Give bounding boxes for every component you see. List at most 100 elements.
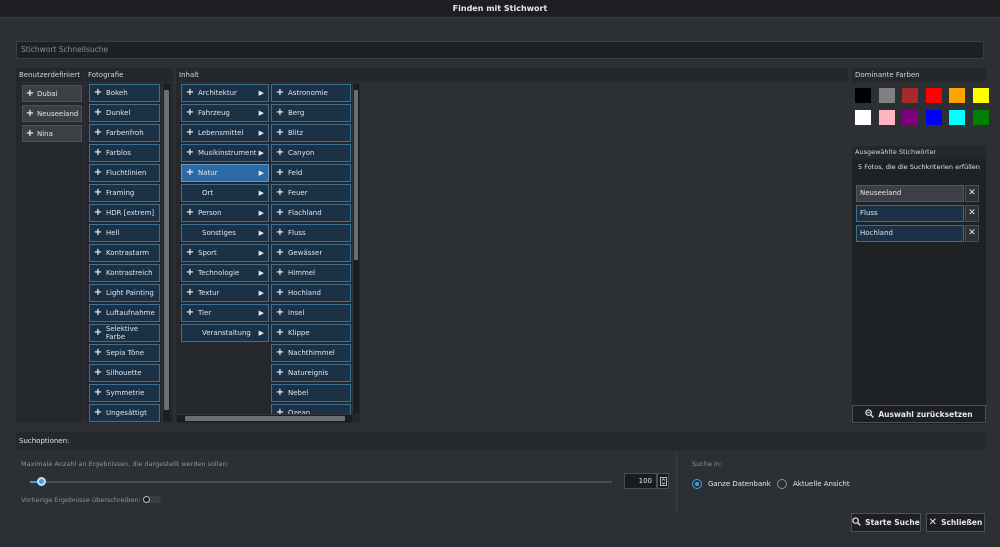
radio-current-view[interactable] [777, 479, 787, 489]
color-swatch[interactable] [902, 110, 918, 125]
plus-icon[interactable]: + [90, 148, 106, 158]
photo-keyword-item[interactable]: + Kontrastarm [89, 244, 160, 262]
nature-keyword-item[interactable]: + Flachland [271, 204, 351, 222]
plus-icon[interactable]: + [90, 208, 106, 218]
photo-keyword-item[interactable]: + Silhouette [89, 364, 160, 382]
plus-icon[interactable]: + [90, 288, 106, 298]
plus-icon[interactable]: + [23, 128, 37, 139]
plus-icon[interactable]: + [90, 328, 106, 338]
nature-keyword-item[interactable]: + Astronomie [271, 84, 351, 102]
photo-keyword-item[interactable]: + Farblos [89, 144, 160, 162]
plus-icon[interactable]: + [90, 168, 106, 178]
content-horizontal-scrollbar[interactable] [177, 414, 352, 422]
close-button[interactable]: ✕ Schließen [926, 513, 985, 532]
nature-keyword-item[interactable]: + Gewässer [271, 244, 351, 262]
nature-keyword-item[interactable]: + Klippe [271, 324, 351, 342]
content-category-item[interactable]: + Architektur ▶ [181, 84, 269, 102]
content-category-item[interactable]: Sonstiges ▶ [181, 224, 269, 242]
nature-keyword-item[interactable]: + Nebel [271, 384, 351, 402]
photo-list-scrollbar[interactable] [162, 84, 170, 421]
plus-icon[interactable]: + [182, 268, 198, 278]
plus-icon[interactable]: + [272, 188, 288, 198]
photo-keyword-item[interactable]: + Selektive Farbe [89, 324, 160, 342]
reset-selection-button[interactable]: Auswahl zurücksetzen [852, 405, 986, 423]
radio-current-view-label[interactable]: Aktuelle Ansicht [793, 480, 850, 488]
photo-keyword-item[interactable]: + Symmetrie [89, 384, 160, 402]
radio-whole-database[interactable] [692, 479, 702, 489]
photo-keyword-item[interactable]: + Kontrastreich [89, 264, 160, 282]
color-swatch[interactable] [902, 88, 918, 103]
plus-icon[interactable]: + [90, 88, 106, 98]
plus-icon[interactable]: + [182, 88, 198, 98]
color-swatch[interactable] [949, 110, 965, 125]
custom-keyword-item[interactable]: + Neuseeland [22, 105, 82, 122]
content-category-item[interactable]: + Lebensmittel ▶ [181, 124, 269, 142]
content-category-item[interactable]: + Tier ▶ [181, 304, 269, 322]
radio-whole-database-label[interactable]: Ganze Datenbank [708, 480, 771, 488]
plus-icon[interactable]: + [90, 348, 106, 358]
plus-icon[interactable]: + [182, 288, 198, 298]
plus-icon[interactable]: + [90, 228, 106, 238]
plus-icon[interactable]: + [90, 128, 106, 138]
nature-keyword-item[interactable]: + Berg [271, 104, 351, 122]
max-results-slider-track[interactable] [30, 481, 612, 483]
photo-keyword-item[interactable]: + HDR [extrem] [89, 204, 160, 222]
max-results-input[interactable]: 100 [624, 473, 657, 489]
content-category-item[interactable]: + Natur ▶ [181, 164, 269, 182]
keyword-quick-search-input[interactable]: Stichwort Schnellsuche [16, 41, 984, 59]
plus-icon[interactable]: + [182, 308, 198, 318]
plus-icon[interactable]: + [90, 188, 106, 198]
plus-icon[interactable]: + [90, 248, 106, 258]
plus-icon[interactable]: + [272, 368, 288, 378]
photo-keyword-item[interactable]: + Luftaufnahme [89, 304, 160, 322]
plus-icon[interactable]: + [272, 348, 288, 358]
plus-icon[interactable]: + [272, 208, 288, 218]
nature-keyword-item[interactable]: + Himmel [271, 264, 351, 282]
color-swatch[interactable] [949, 88, 965, 103]
plus-icon[interactable]: + [272, 108, 288, 118]
start-search-button[interactable]: Starte Suche [851, 513, 921, 532]
plus-icon[interactable]: + [90, 108, 106, 118]
photo-keyword-item[interactable]: + Sepia Töne [89, 344, 160, 362]
nature-keyword-item[interactable]: + Canyon [271, 144, 351, 162]
plus-icon[interactable]: + [90, 368, 106, 378]
plus-icon[interactable]: + [272, 88, 288, 98]
plus-icon[interactable]: + [90, 308, 106, 318]
photo-keyword-item[interactable]: + Framing [89, 184, 160, 202]
photo-keyword-item[interactable]: + Light Painting [89, 284, 160, 302]
plus-icon[interactable]: + [182, 108, 198, 118]
scroll-thumb[interactable] [164, 90, 169, 410]
content-list-scrollbar[interactable] [352, 84, 359, 413]
photo-keyword-item[interactable]: + Farbenfroh [89, 124, 160, 142]
photo-keyword-item[interactable]: + Bokeh [89, 84, 160, 102]
content-category-item[interactable]: + Fahrzeug ▶ [181, 104, 269, 122]
nature-keyword-item[interactable]: + Hochland [271, 284, 351, 302]
spin-icon[interactable] [657, 473, 669, 489]
color-swatch[interactable] [878, 88, 895, 103]
custom-keyword-item[interactable]: + Dubai [22, 85, 82, 102]
plus-icon[interactable]: + [272, 128, 288, 138]
content-category-item[interactable]: + Musikinstrument ▶ [181, 144, 269, 162]
nature-keyword-item[interactable]: + Fluss [271, 224, 351, 242]
plus-icon[interactable]: + [90, 408, 106, 418]
plus-icon[interactable]: + [23, 108, 37, 119]
remove-keyword-icon[interactable]: ✕ [965, 185, 979, 202]
content-category-item[interactable]: Veranstaltung ▶ [181, 324, 269, 342]
color-swatch[interactable] [855, 110, 871, 125]
scroll-thumb[interactable] [185, 416, 345, 421]
nature-keyword-item[interactable]: + Blitz [271, 124, 351, 142]
content-category-item[interactable]: + Technologie ▶ [181, 264, 269, 282]
plus-icon[interactable]: + [182, 148, 198, 158]
plus-icon[interactable]: + [182, 128, 198, 138]
scroll-thumb[interactable] [354, 90, 358, 260]
nature-keyword-item[interactable]: + Feuer [271, 184, 351, 202]
overwrite-results-toggle[interactable] [143, 496, 161, 503]
photo-keyword-item[interactable]: + Ungesättigt [89, 404, 160, 422]
nature-keyword-item[interactable]: + Natureignis [271, 364, 351, 382]
remove-keyword-icon[interactable]: ✕ [965, 205, 979, 222]
plus-icon[interactable]: + [23, 88, 37, 99]
plus-icon[interactable]: + [182, 208, 198, 218]
plus-icon[interactable]: + [272, 148, 288, 158]
plus-icon[interactable]: + [272, 228, 288, 238]
nature-keyword-item[interactable]: + Feld [271, 164, 351, 182]
